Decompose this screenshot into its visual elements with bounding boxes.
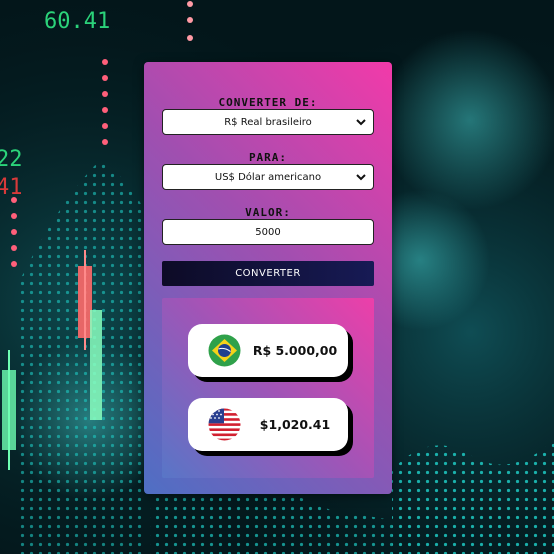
to-currency-value: US$ Dólar americano — [214, 171, 322, 183]
convert-button[interactable]: CONVERTER — [162, 261, 374, 286]
amount-label: VALOR: — [245, 206, 291, 219]
converter-card: CONVERTER DE: R$ Real brasileiro PARA: U… — [144, 62, 392, 494]
usa-flag-icon — [208, 408, 241, 441]
amount-value: 5000 — [255, 226, 281, 238]
from-currency-value: R$ Real brasileiro — [224, 116, 312, 128]
chevron-down-icon — [356, 174, 366, 181]
chevron-down-icon — [356, 119, 366, 126]
result-usd: $1,020.41 — [188, 398, 348, 451]
svg-text:22: 22 — [0, 147, 23, 172]
result-amount-usd: $1,020.41 — [259, 417, 331, 432]
to-currency-select[interactable]: US$ Dólar americano — [162, 164, 374, 190]
result-brl: R$ 5.000,00 — [188, 324, 348, 377]
brazil-flag-icon — [208, 334, 241, 367]
from-currency-label: CONVERTER DE: — [218, 96, 318, 109]
from-currency-select[interactable]: R$ Real brasileiro — [162, 109, 374, 135]
svg-text:41: 41 — [0, 175, 23, 200]
amount-input[interactable]: 5000 — [162, 219, 374, 245]
to-currency-label: PARA: — [248, 151, 288, 164]
svg-text:60.41: 60.41 — [44, 9, 110, 34]
results-panel: R$ 5.000,00 $1,020.41 — [162, 298, 374, 478]
result-amount-brl: R$ 5.000,00 — [252, 343, 338, 358]
